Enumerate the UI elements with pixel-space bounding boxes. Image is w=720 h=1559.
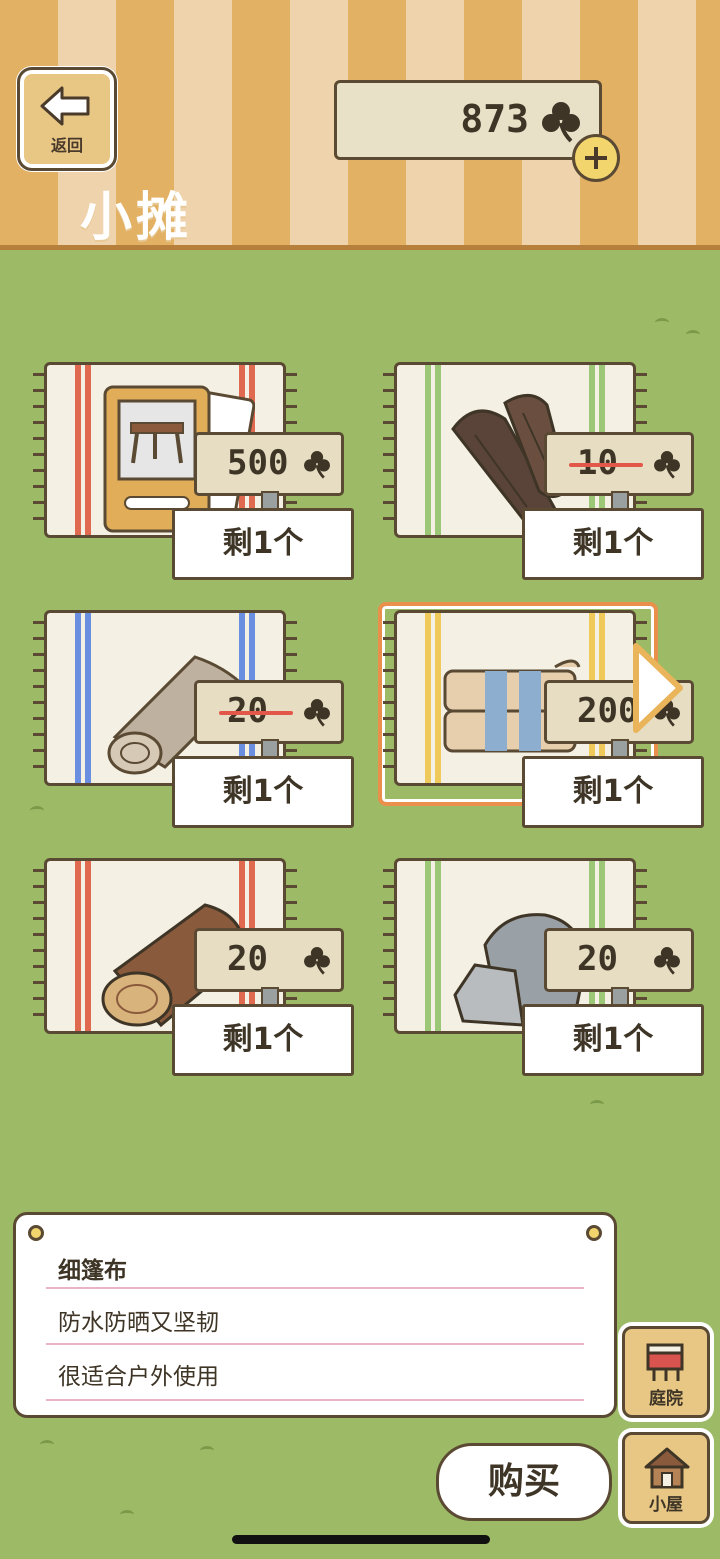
grass-mark — [200, 1446, 214, 1455]
price-tag: 20 — [194, 680, 344, 759]
currency-value: 873 — [460, 97, 529, 141]
shop-item-cloth-roll[interactable]: 20 剩1个 — [33, 610, 356, 830]
house-button[interactable]: 小屋 — [622, 1432, 710, 1524]
discount-strike — [569, 463, 643, 467]
yard-icon — [646, 1343, 684, 1381]
shop-item-stone[interactable]: 20 剩1个 — [383, 858, 706, 1078]
stock-label: 剩1个 — [522, 1004, 704, 1076]
currency-display: 873 — [334, 80, 602, 160]
grass-mark — [590, 1100, 604, 1109]
pin-icon — [28, 1225, 44, 1241]
grass-mark — [120, 1510, 134, 1519]
page-title: 小摊 — [80, 188, 193, 248]
home-indicator[interactable] — [232, 1535, 490, 1544]
stock-label: 剩1个 — [172, 1004, 354, 1076]
price-tag: 500 — [194, 432, 344, 511]
price-tag: 20 — [194, 928, 344, 1007]
yard-button[interactable]: 庭院 — [622, 1326, 710, 1418]
clover-icon — [304, 451, 330, 479]
shop-item-log[interactable]: 20 剩1个 — [33, 858, 356, 1078]
yard-label: 庭院 — [649, 1389, 683, 1409]
price-tag: 10 — [544, 432, 694, 511]
clover-icon — [304, 947, 330, 975]
clover-icon — [542, 102, 580, 143]
price-value: 500 — [227, 443, 289, 483]
clover-icon — [654, 451, 680, 479]
buy-button[interactable]: 购买 — [436, 1443, 612, 1521]
price-tag: 20 — [544, 928, 694, 1007]
stock-label: 剩1个 — [172, 756, 354, 828]
house-label: 小屋 — [649, 1495, 683, 1515]
stock-label: 剩1个 — [172, 508, 354, 580]
grass-mark — [686, 330, 700, 339]
shop-item-driftwood[interactable]: 10 剩1个 — [383, 362, 706, 582]
back-button[interactable]: 返回 — [17, 67, 117, 171]
clover-icon — [654, 947, 680, 975]
item-description-line-1: 防水防晒又坚韧 — [58, 1310, 219, 1336]
back-label: 返回 — [50, 136, 83, 155]
pin-icon — [586, 1225, 602, 1241]
clover-icon — [304, 699, 330, 727]
item-description-line-2: 很适合户外使用 — [58, 1364, 219, 1390]
price-value: 20 — [227, 939, 268, 979]
grass-mark — [40, 1440, 54, 1449]
stock-label: 剩1个 — [522, 756, 704, 828]
add-currency-button[interactable] — [572, 134, 620, 182]
shop-header: 返回 小摊 873 — [0, 0, 720, 250]
item-name: 细篷布 — [58, 1258, 127, 1284]
stock-label: 剩1个 — [522, 508, 704, 580]
shop-item-table-card[interactable]: 500 剩1个 — [33, 362, 356, 582]
discount-strike — [219, 711, 293, 715]
item-description-panel: 细篷布 防水防晒又坚韧 很适合户外使用 — [13, 1212, 617, 1418]
back-arrow-icon — [40, 86, 90, 126]
shop-item-tent-cloth[interactable]: 200 剩1个 — [378, 602, 706, 830]
selection-arrow-icon — [633, 643, 683, 733]
price-value: 20 — [577, 939, 618, 979]
house-icon — [644, 1447, 690, 1489]
grass-mark — [655, 318, 669, 327]
